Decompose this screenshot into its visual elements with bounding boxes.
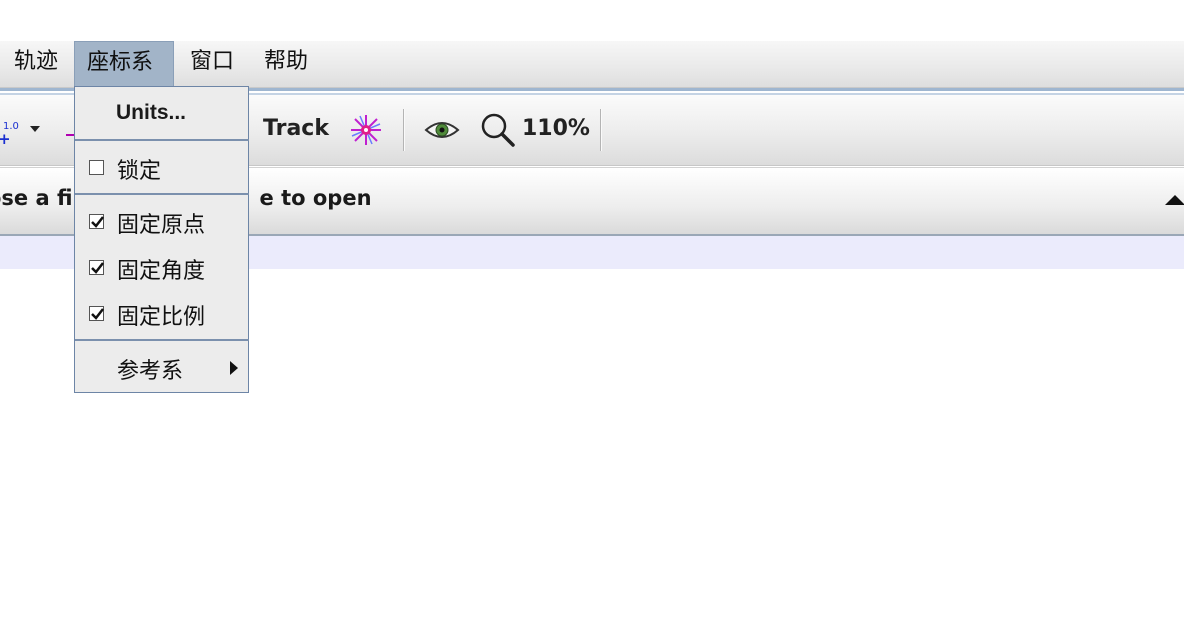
collapse-up-icon[interactable] [1165,195,1184,205]
toolbar-separator [403,109,405,151]
track-button[interactable]: Track [263,116,329,141]
axes-scale-icon: 1.0 + [0,121,19,148]
coordinate-system-menu: Units... 锁定 固定原点 固定角度 固定比例 参考系 [74,86,249,393]
fix-origin-checkbox[interactable] [89,214,104,229]
dropdown-arrow-icon [30,126,40,132]
checkmark-icon [91,262,104,274]
menu-help[interactable]: 帮助 [252,41,320,86]
menu-bar: 轨迹 座标系 窗口 帮助 [0,41,1184,88]
menu-coordinate-system[interactable]: 座标系 [74,41,174,86]
fix-angle-checkbox[interactable] [89,260,104,275]
eye-icon[interactable] [424,119,460,141]
menu-item-fix-scale[interactable]: 固定比例 [75,292,249,336]
lock-label: 锁定 [117,159,162,184]
menu-separator [75,193,249,195]
fix-angle-label: 固定角度 [117,259,206,284]
checkmark-icon [91,216,104,228]
zoom-level[interactable]: 110% [522,116,590,141]
menu-item-fix-angle[interactable]: 固定角度 [75,246,249,290]
menu-item-units[interactable]: Units... [75,92,249,136]
magnifier-icon[interactable] [480,112,516,148]
open-file-prompt-left: ose a fi [0,186,73,210]
reference-frame-label: 参考系 [117,359,184,384]
menu-track[interactable]: 轨迹 [2,41,70,86]
fix-scale-label: 固定比例 [117,305,206,330]
open-file-prompt-right: e to open [259,186,372,210]
toolbar-separator [600,109,602,151]
menu-item-lock[interactable]: 锁定 [75,146,249,190]
menu-window[interactable]: 窗口 [178,41,246,86]
fix-scale-checkbox[interactable] [89,306,104,321]
axes-scale-button[interactable]: 1.0 + [0,117,48,148]
lock-checkbox[interactable] [89,160,104,175]
star-burst-icon[interactable] [349,113,383,147]
menu-item-fix-origin[interactable]: 固定原点 [75,200,249,244]
checkmark-icon [91,308,104,320]
fix-origin-label: 固定原点 [117,213,206,238]
units-label: Units... [116,101,187,124]
menu-separator [75,139,249,141]
menu-item-reference-frame[interactable]: 参考系 [75,346,249,390]
submenu-arrow-icon [230,361,238,375]
menu-separator [75,339,249,341]
